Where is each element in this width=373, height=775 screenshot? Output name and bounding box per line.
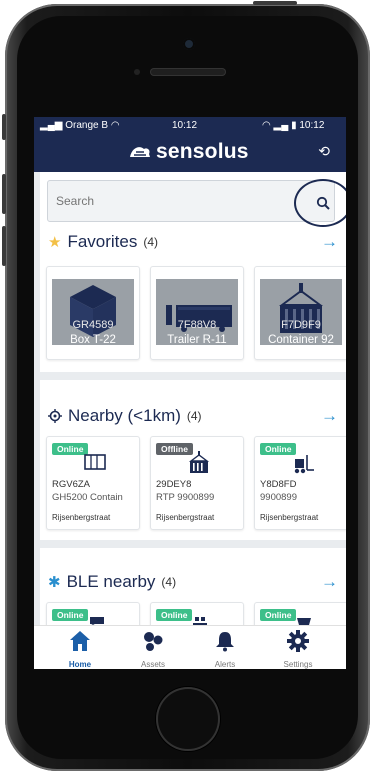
- asset-location: Rijsenbergstraat: [260, 513, 319, 522]
- tab-assets[interactable]: Assets: [123, 628, 183, 669]
- tab-settings-label: Settings: [283, 660, 313, 669]
- favorite-id: GR4589: [72, 319, 114, 331]
- ble-title: BLE nearby: [66, 572, 156, 591]
- status-time-right: 10:12: [299, 120, 325, 131]
- carrier-name: Orange B: [65, 120, 109, 131]
- favorite-image: 7F88V8 Trailer R-11: [156, 279, 238, 346]
- home-icon: [70, 631, 90, 651]
- asset-id: RGV6ZA: [52, 479, 91, 490]
- nearby-item[interactable]: Offline 29DEY8 RTP 9900899 Rijsenbergstr…: [150, 436, 244, 530]
- logo-text: sensolus: [156, 140, 249, 163]
- nearby-item[interactable]: Online Y8D8FD 9900899 Rijsenbergstraat: [254, 436, 346, 530]
- home-content: ★ Favorites (4) → GR4589 Box T-22: [34, 172, 346, 669]
- favorites-title: Favorites: [67, 232, 138, 251]
- nearby-arrow-icon[interactable]: →: [321, 406, 338, 426]
- favorite-image: GR4589 Box T-22: [52, 279, 134, 346]
- favorites-header: ★ Favorites (4): [48, 232, 158, 252]
- nearby-title: Nearby (<1km): [68, 406, 181, 425]
- tab-alerts[interactable]: Alerts: [195, 628, 255, 669]
- container-icon: [84, 454, 106, 470]
- tab-home-label: Home: [68, 660, 92, 669]
- refresh-icon[interactable]: ⟲: [318, 143, 330, 160]
- search-box: [47, 179, 346, 227]
- bell-icon: [216, 632, 234, 652]
- power-button: [253, 1, 297, 5]
- home-button[interactable]: [156, 687, 220, 751]
- app-screen: ▂▄▆ Orange B ◠ 10:12 ◠ ▂▄ ▮ 10:12 sensol…: [34, 117, 346, 669]
- volume-down-button: [2, 226, 6, 266]
- asset-id: Y8D8FD: [260, 479, 297, 490]
- status-badge: Online: [52, 609, 89, 621]
- proximity-sensor: [134, 69, 140, 75]
- search-input[interactable]: [48, 181, 298, 221]
- front-camera: [183, 38, 195, 50]
- nearby-item[interactable]: Online RGV6ZA GH5200 Contain Rijsenbergs…: [46, 436, 140, 530]
- asset-location: Rijsenbergstraat: [52, 513, 111, 522]
- asset-id: 29DEY8: [156, 479, 192, 490]
- location-target-icon: [48, 409, 62, 423]
- nearby-count: (4): [186, 409, 202, 423]
- mute-switch: [2, 114, 6, 140]
- favorite-image: F7D9F9 Container 92: [260, 279, 342, 346]
- favorites-count: (4): [143, 235, 159, 249]
- ble-count: (4): [161, 575, 177, 589]
- forklift-icon: [294, 455, 314, 474]
- gear-icon: [287, 630, 309, 652]
- star-icon: ★: [48, 234, 62, 251]
- favorite-name: Trailer R-11: [167, 334, 227, 346]
- favorites-card: ★ Favorites (4) → GR4589 Box T-22: [40, 172, 346, 372]
- ble-header: ✱ BLE nearby (4): [48, 572, 176, 592]
- favorite-id: 7F88V8: [177, 319, 217, 331]
- logo-mark-icon: [130, 147, 150, 157]
- status-left: ▂▄▆ Orange B ◠: [40, 120, 120, 131]
- container-icon: [188, 451, 210, 473]
- search-button[interactable]: [294, 179, 346, 227]
- tab-bar: Home Assets Alerts Settings: [34, 625, 346, 669]
- favorite-item[interactable]: GR4589 Box T-22: [46, 266, 140, 360]
- ble-arrow-icon[interactable]: →: [321, 572, 338, 592]
- app-header: ▂▄▆ Orange B ◠ 10:12 ◠ ▂▄ ▮ 10:12 sensol…: [34, 117, 346, 172]
- wifi-icon: ◠: [262, 120, 271, 131]
- tab-alerts-label: Alerts: [214, 660, 236, 669]
- tab-home[interactable]: Home: [50, 628, 110, 669]
- status-badge: Online: [260, 609, 297, 621]
- assets-icon: [144, 632, 163, 651]
- search-icon: [316, 196, 330, 210]
- bluetooth-icon: ✱: [48, 574, 61, 591]
- status-right: ◠ ▂▄ ▮ 10:12: [262, 120, 324, 131]
- tab-settings[interactable]: Settings: [268, 628, 328, 669]
- asset-name: 9900899: [260, 492, 297, 503]
- nearby-header: Nearby (<1km) (4): [48, 406, 202, 426]
- earpiece-speaker: [150, 68, 226, 76]
- asset-location: Rijsenbergstraat: [156, 513, 215, 522]
- signal-icon: ▂▄: [273, 120, 289, 131]
- asset-name: GH5200 Contain: [52, 492, 123, 503]
- asset-name: RTP 9900899: [156, 492, 215, 503]
- signal-icon: ▂▄▆: [40, 120, 63, 131]
- status-badge: Online: [156, 609, 193, 621]
- sensolus-logo: sensolus: [128, 139, 249, 165]
- nearby-card: Nearby (<1km) (4) → Online RGV6ZA GH5200…: [40, 380, 346, 540]
- wifi-icon: ◠: [110, 120, 120, 131]
- favorite-name: Box T-22: [70, 334, 116, 346]
- favorites-arrow-icon[interactable]: →: [321, 232, 338, 252]
- volume-up-button: [2, 174, 6, 214]
- battery-icon: ▮: [291, 120, 297, 131]
- favorite-id: F7D9F9: [281, 319, 321, 331]
- status-time: 10:12: [172, 120, 198, 131]
- ble-card: ✱ BLE nearby (4) → Online Online Online: [40, 548, 346, 669]
- favorite-item[interactable]: F7D9F9 Container 92: [254, 266, 346, 360]
- favorite-name: Container 92: [268, 334, 334, 346]
- tab-assets-label: Assets: [140, 660, 165, 669]
- favorite-item[interactable]: 7F88V8 Trailer R-11: [150, 266, 244, 360]
